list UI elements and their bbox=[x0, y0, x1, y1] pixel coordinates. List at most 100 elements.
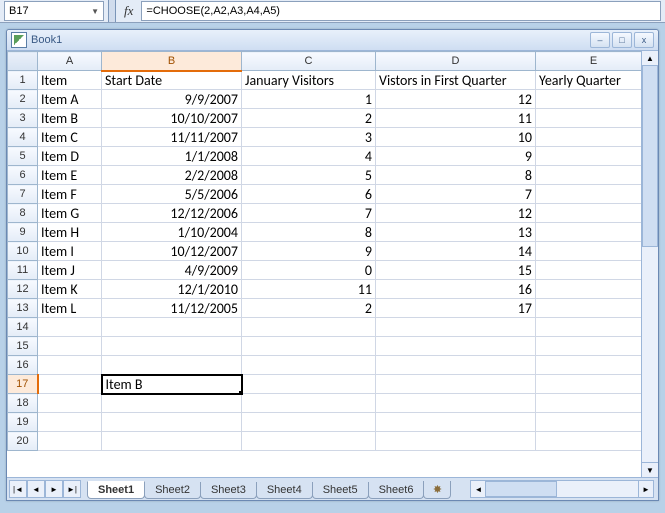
cell-A5[interactable]: Item D bbox=[38, 147, 102, 166]
tab-prev-icon[interactable]: ◄ bbox=[27, 480, 45, 498]
cell-B11[interactable]: 4/9/2009 bbox=[102, 261, 242, 280]
cell-B16[interactable] bbox=[102, 356, 242, 375]
cell-C5[interactable]: 4 bbox=[242, 147, 376, 166]
row-header-13[interactable]: 13 bbox=[8, 299, 38, 318]
row-header-17[interactable]: 17 bbox=[8, 375, 38, 394]
row-header-9[interactable]: 9 bbox=[8, 223, 38, 242]
cell-D10[interactable]: 14 bbox=[376, 242, 536, 261]
scroll-right-icon[interactable]: ► bbox=[638, 481, 653, 497]
cell-D12[interactable]: 16 bbox=[376, 280, 536, 299]
cell-C16[interactable] bbox=[242, 356, 376, 375]
row-header-6[interactable]: 6 bbox=[8, 166, 38, 185]
cell-A19[interactable] bbox=[38, 413, 102, 432]
row-header-7[interactable]: 7 bbox=[8, 185, 38, 204]
column-header-D[interactable]: D bbox=[376, 52, 536, 71]
cell-D18[interactable] bbox=[376, 394, 536, 413]
cell-E13[interactable]: 5 bbox=[536, 299, 643, 318]
formula-input[interactable]: =CHOOSE(2,A2,A3,A4,A5) bbox=[141, 1, 661, 21]
grid-cells[interactable]: ABCDE1ItemStart DateJanuary VisitorsVist… bbox=[7, 51, 642, 477]
cell-E7[interactable]: 5 bbox=[536, 185, 643, 204]
cell-D3[interactable]: 11 bbox=[376, 109, 536, 128]
cell-C15[interactable] bbox=[242, 337, 376, 356]
cell-E4[interactable]: 6 bbox=[536, 128, 643, 147]
cell-A16[interactable] bbox=[38, 356, 102, 375]
cell-A6[interactable]: Item E bbox=[38, 166, 102, 185]
cell-A13[interactable]: Item L bbox=[38, 299, 102, 318]
cell-E11[interactable]: 5 bbox=[536, 261, 643, 280]
cell-E8[interactable]: 5 bbox=[536, 204, 643, 223]
cell-E1[interactable]: Yearly Quarter bbox=[536, 71, 643, 90]
cell-B12[interactable]: 12/1/2010 bbox=[102, 280, 242, 299]
cell-A11[interactable]: Item J bbox=[38, 261, 102, 280]
cell-A18[interactable] bbox=[38, 394, 102, 413]
row-header-5[interactable]: 5 bbox=[8, 147, 38, 166]
cell-D4[interactable]: 10 bbox=[376, 128, 536, 147]
sheet-tab-sheet6[interactable]: Sheet6 bbox=[368, 482, 425, 499]
sheet-tab-sheet3[interactable]: Sheet3 bbox=[200, 482, 257, 499]
cell-C10[interactable]: 9 bbox=[242, 242, 376, 261]
cell-C4[interactable]: 3 bbox=[242, 128, 376, 147]
cell-E15[interactable] bbox=[536, 337, 643, 356]
cell-D2[interactable]: 12 bbox=[376, 90, 536, 109]
column-header-B[interactable]: B bbox=[102, 52, 242, 71]
cell-B15[interactable] bbox=[102, 337, 242, 356]
scroll-down-icon[interactable]: ▼ bbox=[642, 462, 658, 477]
cell-B14[interactable] bbox=[102, 318, 242, 337]
cell-C18[interactable] bbox=[242, 394, 376, 413]
row-header-1[interactable]: 1 bbox=[8, 71, 38, 90]
cell-D1[interactable]: Vistors in First Quarter bbox=[376, 71, 536, 90]
cell-A14[interactable] bbox=[38, 318, 102, 337]
cell-B18[interactable] bbox=[102, 394, 242, 413]
cell-C13[interactable]: 2 bbox=[242, 299, 376, 318]
close-button[interactable]: x bbox=[634, 32, 654, 48]
tab-last-icon[interactable]: ►| bbox=[63, 480, 81, 498]
cell-D19[interactable] bbox=[376, 413, 536, 432]
row-header-2[interactable]: 2 bbox=[8, 90, 38, 109]
workbook-titlebar[interactable]: Book1 – □ x bbox=[7, 30, 658, 51]
fx-icon[interactable]: fx bbox=[120, 3, 137, 19]
new-sheet-button[interactable]: ✸ bbox=[423, 481, 451, 499]
row-header-16[interactable]: 16 bbox=[8, 356, 38, 375]
cell-A9[interactable]: Item H bbox=[38, 223, 102, 242]
cell-D5[interactable]: 9 bbox=[376, 147, 536, 166]
cell-C12[interactable]: 11 bbox=[242, 280, 376, 299]
cell-B13[interactable]: 11/12/2005 bbox=[102, 299, 242, 318]
scroll-up-icon[interactable]: ▲ bbox=[642, 51, 658, 66]
cell-E10[interactable]: 5 bbox=[536, 242, 643, 261]
cell-C3[interactable]: 2 bbox=[242, 109, 376, 128]
cell-E5[interactable]: 6 bbox=[536, 147, 643, 166]
row-header-14[interactable]: 14 bbox=[8, 318, 38, 337]
cell-A8[interactable]: Item G bbox=[38, 204, 102, 223]
row-header-10[interactable]: 10 bbox=[8, 242, 38, 261]
horizontal-scrollbar[interactable]: ◄ ► bbox=[470, 480, 654, 498]
cell-C6[interactable]: 5 bbox=[242, 166, 376, 185]
cell-E20[interactable] bbox=[536, 432, 643, 451]
cell-A7[interactable]: Item F bbox=[38, 185, 102, 204]
tab-next-icon[interactable]: ► bbox=[45, 480, 63, 498]
cell-C14[interactable] bbox=[242, 318, 376, 337]
cell-D17[interactable] bbox=[376, 375, 536, 394]
cell-C7[interactable]: 6 bbox=[242, 185, 376, 204]
cell-E14[interactable] bbox=[536, 318, 643, 337]
row-header-19[interactable]: 19 bbox=[8, 413, 38, 432]
cell-E9[interactable]: 5 bbox=[536, 223, 643, 242]
cell-E19[interactable] bbox=[536, 413, 643, 432]
cell-A4[interactable]: Item C bbox=[38, 128, 102, 147]
cell-A2[interactable]: Item A bbox=[38, 90, 102, 109]
cell-D11[interactable]: 15 bbox=[376, 261, 536, 280]
cell-C17[interactable] bbox=[242, 375, 376, 394]
row-header-12[interactable]: 12 bbox=[8, 280, 38, 299]
row-header-8[interactable]: 8 bbox=[8, 204, 38, 223]
sheet-tab-sheet5[interactable]: Sheet5 bbox=[312, 482, 369, 499]
cell-C8[interactable]: 7 bbox=[242, 204, 376, 223]
cell-E3[interactable]: 5 bbox=[536, 109, 643, 128]
cell-C19[interactable] bbox=[242, 413, 376, 432]
cell-A10[interactable]: Item I bbox=[38, 242, 102, 261]
cell-B10[interactable]: 10/12/2007 bbox=[102, 242, 242, 261]
cell-A17[interactable] bbox=[38, 375, 102, 394]
spreadsheet-table[interactable]: ABCDE1ItemStart DateJanuary VisitorsVist… bbox=[7, 51, 642, 451]
cell-B4[interactable]: 11/11/2007 bbox=[102, 128, 242, 147]
row-header-3[interactable]: 3 bbox=[8, 109, 38, 128]
cell-E18[interactable] bbox=[536, 394, 643, 413]
cell-B1[interactable]: Start Date bbox=[102, 71, 242, 90]
